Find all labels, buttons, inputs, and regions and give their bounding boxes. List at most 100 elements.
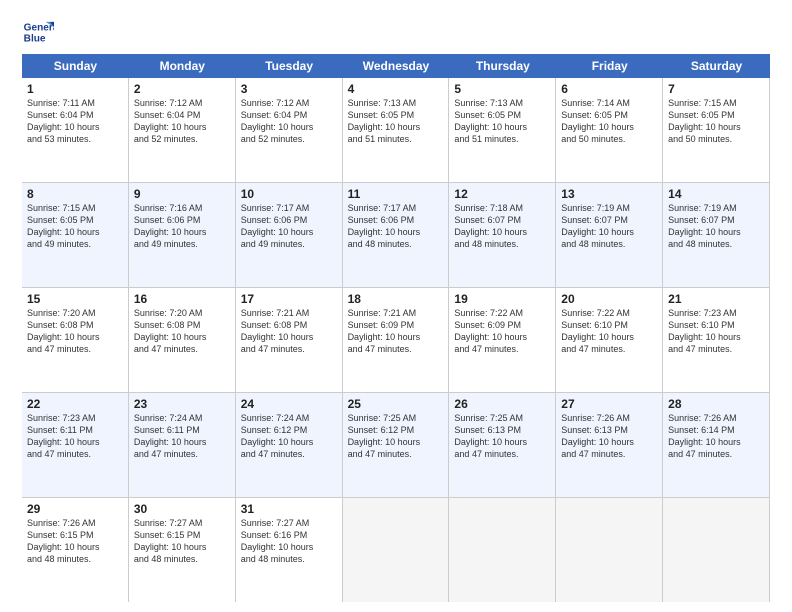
day-info: Sunrise: 7:21 AM Sunset: 6:09 PM Dayligh… [348, 307, 444, 356]
day-info: Sunrise: 7:23 AM Sunset: 6:11 PM Dayligh… [27, 412, 123, 461]
calendar: SundayMondayTuesdayWednesdayThursdayFrid… [22, 54, 770, 602]
day-cell-11: 11Sunrise: 7:17 AM Sunset: 6:06 PM Dayli… [343, 183, 450, 287]
day-number: 2 [134, 82, 230, 96]
day-cell-12: 12Sunrise: 7:18 AM Sunset: 6:07 PM Dayli… [449, 183, 556, 287]
day-cell-2: 2Sunrise: 7:12 AM Sunset: 6:04 PM Daylig… [129, 78, 236, 182]
day-info: Sunrise: 7:17 AM Sunset: 6:06 PM Dayligh… [241, 202, 337, 251]
day-number: 4 [348, 82, 444, 96]
day-info: Sunrise: 7:27 AM Sunset: 6:15 PM Dayligh… [134, 517, 230, 566]
day-number: 30 [134, 502, 230, 516]
day-info: Sunrise: 7:24 AM Sunset: 6:12 PM Dayligh… [241, 412, 337, 461]
day-info: Sunrise: 7:22 AM Sunset: 6:10 PM Dayligh… [561, 307, 657, 356]
day-of-week-tuesday: Tuesday [236, 54, 343, 78]
day-info: Sunrise: 7:19 AM Sunset: 6:07 PM Dayligh… [668, 202, 764, 251]
day-number: 20 [561, 292, 657, 306]
day-info: Sunrise: 7:24 AM Sunset: 6:11 PM Dayligh… [134, 412, 230, 461]
day-info: Sunrise: 7:15 AM Sunset: 6:05 PM Dayligh… [668, 97, 764, 146]
day-info: Sunrise: 7:26 AM Sunset: 6:13 PM Dayligh… [561, 412, 657, 461]
day-number: 24 [241, 397, 337, 411]
day-cell-17: 17Sunrise: 7:21 AM Sunset: 6:08 PM Dayli… [236, 288, 343, 392]
day-cell-23: 23Sunrise: 7:24 AM Sunset: 6:11 PM Dayli… [129, 393, 236, 497]
day-number: 18 [348, 292, 444, 306]
day-cell-25: 25Sunrise: 7:25 AM Sunset: 6:12 PM Dayli… [343, 393, 450, 497]
day-number: 1 [27, 82, 123, 96]
day-number: 6 [561, 82, 657, 96]
page: General Blue SundayMondayTuesdayWednesda… [0, 0, 792, 612]
day-info: Sunrise: 7:19 AM Sunset: 6:07 PM Dayligh… [561, 202, 657, 251]
day-cell-4: 4Sunrise: 7:13 AM Sunset: 6:05 PM Daylig… [343, 78, 450, 182]
day-number: 14 [668, 187, 764, 201]
day-number: 11 [348, 187, 444, 201]
day-info: Sunrise: 7:20 AM Sunset: 6:08 PM Dayligh… [27, 307, 123, 356]
day-number: 17 [241, 292, 337, 306]
day-of-week-monday: Monday [129, 54, 236, 78]
day-number: 21 [668, 292, 764, 306]
calendar-week-4: 22Sunrise: 7:23 AM Sunset: 6:11 PM Dayli… [22, 393, 770, 498]
day-number: 27 [561, 397, 657, 411]
day-number: 25 [348, 397, 444, 411]
day-cell-28: 28Sunrise: 7:26 AM Sunset: 6:14 PM Dayli… [663, 393, 770, 497]
day-cell-7: 7Sunrise: 7:15 AM Sunset: 6:05 PM Daylig… [663, 78, 770, 182]
day-number: 19 [454, 292, 550, 306]
day-info: Sunrise: 7:17 AM Sunset: 6:06 PM Dayligh… [348, 202, 444, 251]
day-number: 31 [241, 502, 337, 516]
day-number: 5 [454, 82, 550, 96]
day-info: Sunrise: 7:25 AM Sunset: 6:12 PM Dayligh… [348, 412, 444, 461]
day-cell-10: 10Sunrise: 7:17 AM Sunset: 6:06 PM Dayli… [236, 183, 343, 287]
day-number: 22 [27, 397, 123, 411]
day-of-week-friday: Friday [556, 54, 663, 78]
day-cell-15: 15Sunrise: 7:20 AM Sunset: 6:08 PM Dayli… [22, 288, 129, 392]
day-info: Sunrise: 7:27 AM Sunset: 6:16 PM Dayligh… [241, 517, 337, 566]
day-cell-24: 24Sunrise: 7:24 AM Sunset: 6:12 PM Dayli… [236, 393, 343, 497]
empty-cell [343, 498, 450, 602]
day-cell-8: 8Sunrise: 7:15 AM Sunset: 6:05 PM Daylig… [22, 183, 129, 287]
day-info: Sunrise: 7:18 AM Sunset: 6:07 PM Dayligh… [454, 202, 550, 251]
day-number: 28 [668, 397, 764, 411]
day-number: 29 [27, 502, 123, 516]
day-number: 9 [134, 187, 230, 201]
day-number: 15 [27, 292, 123, 306]
day-info: Sunrise: 7:25 AM Sunset: 6:13 PM Dayligh… [454, 412, 550, 461]
empty-cell [449, 498, 556, 602]
day-info: Sunrise: 7:16 AM Sunset: 6:06 PM Dayligh… [134, 202, 230, 251]
logo: General Blue [22, 18, 54, 46]
day-info: Sunrise: 7:12 AM Sunset: 6:04 PM Dayligh… [241, 97, 337, 146]
day-number: 13 [561, 187, 657, 201]
day-number: 26 [454, 397, 550, 411]
calendar-week-2: 8Sunrise: 7:15 AM Sunset: 6:05 PM Daylig… [22, 183, 770, 288]
day-cell-19: 19Sunrise: 7:22 AM Sunset: 6:09 PM Dayli… [449, 288, 556, 392]
day-cell-20: 20Sunrise: 7:22 AM Sunset: 6:10 PM Dayli… [556, 288, 663, 392]
day-cell-16: 16Sunrise: 7:20 AM Sunset: 6:08 PM Dayli… [129, 288, 236, 392]
day-number: 10 [241, 187, 337, 201]
day-info: Sunrise: 7:11 AM Sunset: 6:04 PM Dayligh… [27, 97, 123, 146]
day-cell-9: 9Sunrise: 7:16 AM Sunset: 6:06 PM Daylig… [129, 183, 236, 287]
day-number: 12 [454, 187, 550, 201]
day-cell-14: 14Sunrise: 7:19 AM Sunset: 6:07 PM Dayli… [663, 183, 770, 287]
logo-icon: General Blue [22, 18, 54, 46]
day-info: Sunrise: 7:26 AM Sunset: 6:15 PM Dayligh… [27, 517, 123, 566]
calendar-header: SundayMondayTuesdayWednesdayThursdayFrid… [22, 54, 770, 78]
day-info: Sunrise: 7:13 AM Sunset: 6:05 PM Dayligh… [454, 97, 550, 146]
day-number: 23 [134, 397, 230, 411]
day-info: Sunrise: 7:15 AM Sunset: 6:05 PM Dayligh… [27, 202, 123, 251]
day-info: Sunrise: 7:26 AM Sunset: 6:14 PM Dayligh… [668, 412, 764, 461]
day-info: Sunrise: 7:20 AM Sunset: 6:08 PM Dayligh… [134, 307, 230, 356]
day-cell-31: 31Sunrise: 7:27 AM Sunset: 6:16 PM Dayli… [236, 498, 343, 602]
day-number: 8 [27, 187, 123, 201]
empty-cell [556, 498, 663, 602]
day-info: Sunrise: 7:21 AM Sunset: 6:08 PM Dayligh… [241, 307, 337, 356]
calendar-week-3: 15Sunrise: 7:20 AM Sunset: 6:08 PM Dayli… [22, 288, 770, 393]
day-cell-3: 3Sunrise: 7:12 AM Sunset: 6:04 PM Daylig… [236, 78, 343, 182]
day-info: Sunrise: 7:13 AM Sunset: 6:05 PM Dayligh… [348, 97, 444, 146]
day-number: 3 [241, 82, 337, 96]
empty-cell [663, 498, 770, 602]
header: General Blue [22, 18, 770, 46]
day-info: Sunrise: 7:14 AM Sunset: 6:05 PM Dayligh… [561, 97, 657, 146]
calendar-week-1: 1Sunrise: 7:11 AM Sunset: 6:04 PM Daylig… [22, 78, 770, 183]
day-cell-6: 6Sunrise: 7:14 AM Sunset: 6:05 PM Daylig… [556, 78, 663, 182]
day-cell-18: 18Sunrise: 7:21 AM Sunset: 6:09 PM Dayli… [343, 288, 450, 392]
day-number: 16 [134, 292, 230, 306]
day-of-week-thursday: Thursday [449, 54, 556, 78]
day-info: Sunrise: 7:12 AM Sunset: 6:04 PM Dayligh… [134, 97, 230, 146]
day-cell-5: 5Sunrise: 7:13 AM Sunset: 6:05 PM Daylig… [449, 78, 556, 182]
